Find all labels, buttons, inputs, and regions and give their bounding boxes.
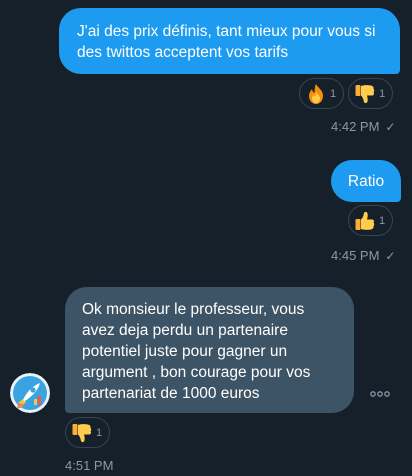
thumbs-down-emoji-icon [72, 423, 92, 442]
message-meta: 4:42 PM ✓ [331, 119, 395, 134]
timestamp: 4:42 PM [331, 119, 380, 134]
reaction-count: 1 [379, 214, 386, 227]
reaction-thumbs-down[interactable]: 1 [348, 78, 394, 109]
reaction-count: 1 [330, 87, 337, 100]
fire-emoji-icon [309, 83, 323, 104]
reaction-bar: 1 1 [299, 78, 394, 109]
reaction-bar: 1 [65, 417, 111, 448]
check-icon: ✓ [385, 119, 396, 134]
thumbs-up-emoji-icon [355, 211, 375, 230]
sender-avatar[interactable] [10, 373, 50, 413]
reaction-count: 1 [96, 426, 103, 439]
more-options-button[interactable] [368, 384, 392, 404]
rocket-avatar-icon [10, 373, 50, 413]
thumbs-down-emoji-icon [355, 84, 375, 103]
message-bubble-sent[interactable]: J'ai des prix définis, tant mieux pour v… [59, 8, 400, 74]
timestamp: 4:51 PM [65, 458, 114, 473]
check-icon: ✓ [385, 248, 396, 263]
message-bubble-received[interactable]: Ok monsieur le professeur, vous avez dej… [65, 287, 354, 413]
message-meta: 4:51 PM [65, 458, 113, 473]
reaction-thumbs-down[interactable]: 1 [65, 417, 111, 448]
reaction-bar: 1 [348, 205, 394, 236]
message-bubble-sent[interactable]: Ratio [331, 160, 401, 202]
timestamp: 4:45 PM [331, 248, 380, 263]
reaction-count: 1 [379, 87, 386, 100]
more-options-icon [370, 391, 390, 397]
reaction-fire[interactable]: 1 [299, 78, 345, 109]
reaction-thumbs-up[interactable]: 1 [348, 205, 394, 236]
message-meta: 4:45 PM ✓ [331, 248, 395, 263]
